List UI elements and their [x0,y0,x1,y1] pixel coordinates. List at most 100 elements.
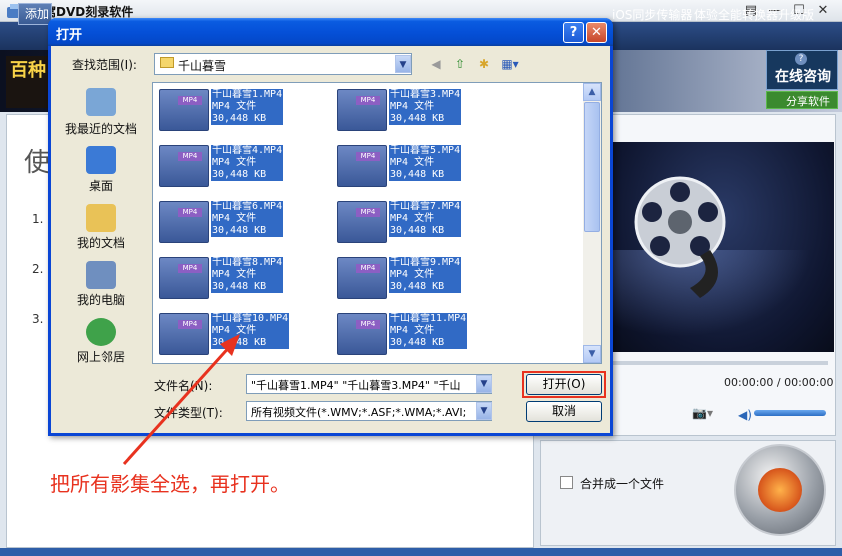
flame-icon [758,468,802,512]
file-info: 千山暮雪4.MP4 MP4 文件 30,448 KB [211,145,284,181]
chevron-down-icon[interactable]: ▼ [476,402,492,420]
film-reel-icon [634,176,726,298]
video-file-icon: MP4 [337,313,387,355]
new-folder-icon[interactable]: ✱ [474,55,494,73]
guide-step: 2. [32,262,44,276]
file-size: 30,448 KB [390,281,445,292]
footer-strip [0,548,842,556]
file-item[interactable]: MP4 千山暮雪8.MP4 MP4 文件 30,448 KB [159,255,299,301]
file-name: 千山暮雪10.MP4 [212,313,289,324]
file-info: 千山暮雪10.MP4 MP4 文件 30,448 KB [211,313,290,349]
file-icon-tag: MP4 [178,320,202,329]
chevron-down-icon[interactable]: ▼ [476,375,492,393]
lookin-label: 查找范围(I): [72,58,137,72]
file-name: 千山暮雪7.MP4 [390,201,461,212]
up-folder-icon[interactable]: ⇧ [450,55,470,73]
file-info: 千山暮雪6.MP4 MP4 文件 30,448 KB [211,201,284,237]
video-file-icon: MP4 [159,145,209,187]
file-icon-tag: MP4 [178,208,202,217]
file-size: 30,448 KB [212,225,267,236]
file-icon-tag: MP4 [178,152,202,161]
place-desktop[interactable]: 桌面 [60,177,142,194]
dialog-close-button[interactable]: ✕ [586,22,607,43]
file-type: MP4 文件 [212,325,257,336]
file-item[interactable]: MP4 千山暮雪11.MP4 MP4 文件 30,448 KB [337,311,477,357]
file-size: 30,448 KB [390,113,445,124]
dialog-title: 打开 [56,28,83,43]
video-file-icon: MP4 [159,313,209,355]
dialog-titlebar [48,18,613,46]
file-name: 千山暮雪1.MP4 [212,89,283,100]
file-size: 30,448 KB [390,337,445,348]
file-item[interactable]: MP4 千山暮雪3.MP4 MP4 文件 30,448 KB [337,87,477,133]
filename-input[interactable]: "千山暮雪1.MP4" "千山暮雪3.MP4" "千山 [246,374,492,394]
scroll-thumb[interactable] [584,102,600,232]
file-icon-tag: MP4 [356,96,380,105]
place-my-computer[interactable]: 我的电脑 [60,291,142,308]
upgrade-link[interactable]: 体验全能转换器升级版 [694,6,814,23]
file-name: 千山暮雪9.MP4 [390,257,461,268]
place-network[interactable]: 网上邻居 [60,348,142,365]
online-consult-label: 在线咨询 [775,69,831,85]
time-readout: 00:00:00 / 00:00:00 [724,376,834,389]
file-name: 千山暮雪11.MP4 [390,313,467,324]
view-menu-icon[interactable]: ▦▾ [498,55,522,73]
close-button[interactable]: ✕ [814,3,832,19]
file-item[interactable]: MP4 千山暮雪7.MP4 MP4 文件 30,448 KB [337,199,477,245]
volume-slider[interactable] [754,410,826,416]
file-type: MP4 文件 [390,269,435,280]
file-type: MP4 文件 [212,213,257,224]
video-file-icon: MP4 [159,201,209,243]
filetype-label: 文件类型(T): [154,406,223,420]
video-file-icon: MP4 [159,89,209,131]
file-size: 30,448 KB [212,169,267,180]
add-button[interactable]: 添加 [18,3,52,25]
file-info: 千山暮雪11.MP4 MP4 文件 30,448 KB [389,313,468,349]
file-icon-tag: MP4 [178,96,202,105]
my-documents-icon [86,204,116,232]
file-item[interactable]: MP4 千山暮雪6.MP4 MP4 文件 30,448 KB [159,199,299,245]
camera-icon[interactable]: 📷▾ [692,406,713,420]
file-info: 千山暮雪7.MP4 MP4 文件 30,448 KB [389,201,462,237]
file-item[interactable]: MP4 千山暮雪10.MP4 MP4 文件 30,448 KB [159,311,299,357]
file-info: 千山暮雪1.MP4 MP4 文件 30,448 KB [211,89,284,125]
file-item[interactable]: MP4 千山暮雪1.MP4 MP4 文件 30,448 KB [159,87,299,133]
scroll-up-icon[interactable]: ▲ [583,83,601,101]
file-info: 千山暮雪5.MP4 MP4 文件 30,448 KB [389,145,462,181]
file-name: 千山暮雪4.MP4 [212,145,283,156]
video-file-icon: MP4 [337,201,387,243]
file-icon-tag: MP4 [178,264,202,273]
ios-sync-link[interactable]: iOS同步传输器 [612,6,692,23]
back-icon[interactable]: ◀ [426,55,446,73]
place-my-documents[interactable]: 我的文档 [60,234,142,251]
volume-icon[interactable]: ◀) [738,408,752,422]
file-item[interactable]: MP4 千山暮雪9.MP4 MP4 文件 30,448 KB [337,255,477,301]
guide-title: 使 [24,148,51,178]
file-icon-tag: MP4 [356,320,380,329]
file-type: MP4 文件 [390,325,435,336]
video-file-icon: MP4 [337,257,387,299]
share-label: 分享软件 [786,95,830,108]
chevron-down-icon[interactable]: ▼ [395,55,411,73]
network-places-icon [86,318,116,346]
file-type: MP4 文件 [390,101,435,112]
merge-checkbox[interactable] [560,476,573,489]
seek-bar[interactable] [600,361,828,365]
file-size: 30,448 KB [390,169,445,180]
file-name: 千山暮雪5.MP4 [390,145,461,156]
file-item[interactable]: MP4 千山暮雪5.MP4 MP4 文件 30,448 KB [337,143,477,189]
file-icon-tag: MP4 [356,264,380,273]
file-type: MP4 文件 [212,269,257,280]
my-computer-icon [86,261,116,289]
open-button[interactable]: 打开(O) [526,374,602,395]
scroll-down-icon[interactable]: ▼ [583,345,601,363]
file-info: 千山暮雪3.MP4 MP4 文件 30,448 KB [389,89,462,125]
dialog-help-button[interactable]: ? [563,22,584,43]
file-item[interactable]: MP4 千山暮雪4.MP4 MP4 文件 30,448 KB [159,143,299,189]
cancel-button[interactable]: 取消 [526,401,602,422]
filetype-select[interactable]: 所有视频文件(*.WMV;*.ASF;*.WMA;*.AVI; [246,401,492,421]
place-recent[interactable]: 我最近的文档 [60,120,142,137]
file-type: MP4 文件 [212,157,257,168]
file-name: 千山暮雪6.MP4 [212,201,283,212]
file-size: 30,448 KB [212,113,267,124]
